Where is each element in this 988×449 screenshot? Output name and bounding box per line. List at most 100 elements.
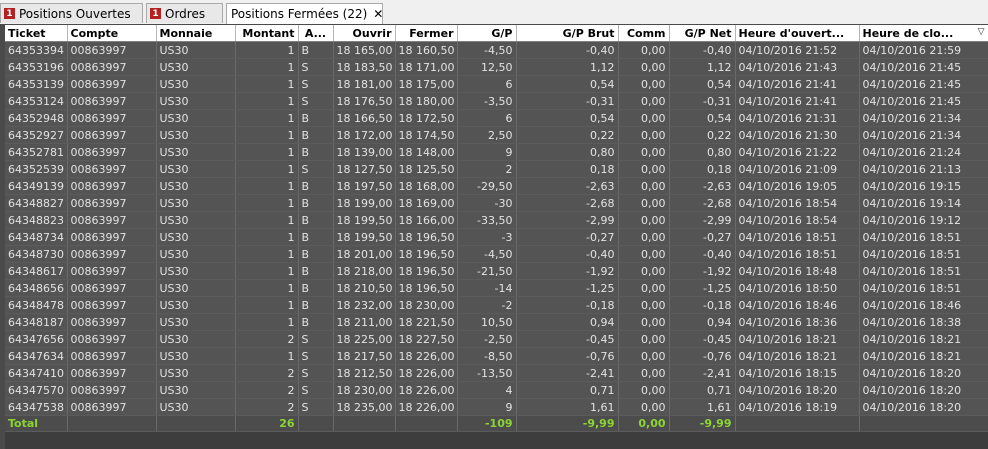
table-row[interactable]: 64352539 00863997 US30 1 S 18 127,50 18 125,50… — [5, 160, 988, 178]
tab-positions-fermees[interactable]: Positions Fermées (22) ✕ — [226, 3, 383, 24]
cell-gp-net: 1,61 — [669, 398, 736, 416]
cell-gp: -4,50 — [457, 245, 517, 263]
column-header-action[interactable]: A... — [298, 25, 334, 42]
table-row[interactable]: 64353139 00863997 US30 1 S 18 181,00 18 175,00… — [5, 75, 988, 93]
cell-ouvrir: 18 217,50 — [333, 347, 396, 365]
table-row[interactable]: 64352927 00863997 US30 1 B 18 172,00 18 174,50… — [5, 126, 988, 144]
cell-fermer: 18 226,00 — [395, 347, 458, 365]
cell-montant: 2 — [235, 364, 299, 382]
column-header-compte[interactable]: Compte — [67, 25, 157, 42]
cell-action: B — [298, 211, 334, 229]
table-row[interactable]: 64347538 00863997 US30 2 S 18 235,00 18 226,00… — [5, 398, 988, 416]
cell-compte: 00863997 — [67, 228, 157, 246]
cell-gp-net: 0,54 — [669, 75, 736, 93]
column-header-monnaie[interactable]: Monnaie — [156, 25, 236, 42]
cell-monnaie: US30 — [156, 228, 236, 246]
table-row[interactable]: 64348656 00863997 US30 1 B 18 210,50 18 196,50… — [5, 279, 988, 297]
column-header-comm[interactable]: Comm — [618, 25, 670, 42]
cell-gp: 12,50 — [457, 58, 517, 76]
table-row[interactable]: 64349139 00863997 US30 1 B 18 197,50 18 168,00… — [5, 177, 988, 195]
cell-comm: 0,00 — [618, 330, 670, 348]
cell-montant: 1 — [235, 92, 299, 110]
cell-action: S — [298, 160, 334, 178]
table-row[interactable]: 64347410 00863997 US30 2 S 18 212,50 18 226,00… — [5, 364, 988, 382]
cell-ouvrir: 18 139,00 — [333, 143, 396, 161]
sort-descending-icon[interactable]: ▽ — [978, 27, 985, 37]
table-row[interactable]: 64347634 00863997 US30 1 S 18 217,50 18 226,00… — [5, 347, 988, 365]
column-header-ticket[interactable]: Ticket — [5, 25, 68, 42]
cell-gp: -21,50 — [457, 262, 517, 280]
tab-bar: 1 Positions Ouvertes 1 Ordres Positions … — [0, 0, 988, 24]
cell-action: S — [298, 330, 334, 348]
cell-gp: 4 — [457, 381, 517, 399]
cell-heure-cloture: 04/10/2016 19:14 — [859, 194, 988, 212]
table-row[interactable]: 64348730 00863997 US30 1 B 18 201,00 18 196,50… — [5, 245, 988, 263]
cell-gp-net: -0,31 — [669, 92, 736, 110]
cell-ouvrir: 18 199,50 — [333, 228, 396, 246]
cell-gp-net: -2,68 — [669, 194, 736, 212]
table-row[interactable]: 64348734 00863997 US30 1 B 18 199,50 18 196,50… — [5, 228, 988, 246]
cell-montant: 1 — [235, 296, 299, 314]
close-icon[interactable]: ✕ — [373, 7, 383, 21]
column-header-gp-brut[interactable]: G/P Brut — [516, 25, 619, 42]
cell-action: S — [298, 58, 334, 76]
cell-gp: 10,50 — [457, 313, 517, 331]
cell-gp: 6 — [457, 109, 517, 127]
cell-montant: 1 — [235, 58, 299, 76]
cell-gp-brut: 0,22 — [516, 126, 619, 144]
cell-gp: -8,50 — [457, 347, 517, 365]
table-row[interactable]: 64347570 00863997 US30 2 S 18 230,00 18 226,00… — [5, 381, 988, 399]
table-row[interactable]: 64348617 00863997 US30 1 B 18 218,00 18 196,50… — [5, 262, 988, 280]
table-row[interactable]: 64352948 00863997 US30 1 B 18 166,50 18 172,50… — [5, 109, 988, 127]
table-row[interactable]: 64353196 00863997 US30 1 S 18 183,50 18 171,00… — [5, 58, 988, 76]
cell-action: S — [298, 92, 334, 110]
cell-ouvrir: 18 230,00 — [333, 381, 396, 399]
column-header-montant[interactable]: Montant — [235, 25, 299, 42]
cell-fermer: 18 196,50 — [395, 228, 458, 246]
table-row[interactable]: 64352781 00863997 US30 1 B 18 139,00 18 148,00… — [5, 143, 988, 161]
cell-gp: 9 — [457, 398, 517, 416]
table-row[interactable]: 64347656 00863997 US30 2 S 18 225,00 18 227,50… — [5, 330, 988, 348]
cell-heure-ouverture: 04/10/2016 18:54 — [735, 211, 860, 229]
cell-compte: 00863997 — [67, 160, 157, 178]
cell-monnaie: US30 — [156, 92, 236, 110]
cell-heure-ouverture: 04/10/2016 21:09 — [735, 160, 860, 178]
cell-ticket: 64347634 — [5, 347, 68, 365]
column-header-heure-ouverture[interactable]: Heure d'ouvert... — [735, 25, 860, 42]
table-row[interactable]: 64348827 00863997 US30 1 B 18 199,00 18 169,00… — [5, 194, 988, 212]
cell-montant: 2 — [235, 381, 299, 399]
column-header-gp[interactable]: G/P — [457, 25, 517, 42]
cell-comm: 0,00 — [618, 58, 670, 76]
cell-fermer: 18 175,00 — [395, 75, 458, 93]
cell-heure-ouverture: 04/10/2016 21:43 — [735, 58, 860, 76]
tab-ordres[interactable]: 1 Ordres — [146, 3, 223, 23]
cell-gp-net: -0,27 — [669, 228, 736, 246]
cell-montant: 2 — [235, 398, 299, 416]
cell-fermer: 18 221,50 — [395, 313, 458, 331]
cell-gp-brut: -2,63 — [516, 177, 619, 195]
column-header-fermer[interactable]: Fermer — [395, 25, 458, 42]
cell-action: S — [298, 398, 334, 416]
cell-heure-cloture: 04/10/2016 21:34 — [859, 126, 988, 144]
table-row[interactable]: 64348478 00863997 US30 1 B 18 232,00 18 230,00… — [5, 296, 988, 314]
table-row[interactable]: 64348823 00863997 US30 1 B 18 199,50 18 166,00… — [5, 211, 988, 229]
cell-comm: 0,00 — [618, 143, 670, 161]
cell-gp-net: -0,18 — [669, 296, 736, 314]
total-cell-gp: -109 — [457, 415, 517, 432]
cell-monnaie: US30 — [156, 245, 236, 263]
cell-gp: 6 — [457, 75, 517, 93]
table-row[interactable]: 64353394 00863997 US30 1 B 18 165,00 18 160,50… — [5, 41, 988, 59]
cell-action: S — [298, 347, 334, 365]
total-cell-ticket: Total — [5, 415, 68, 432]
column-header-gp-net[interactable]: G/P Net — [669, 25, 736, 42]
column-header-heure-cloture[interactable]: Heure de clo... ▽ — [859, 25, 988, 42]
table-row[interactable]: 64348187 00863997 US30 1 B 18 211,00 18 221,50… — [5, 313, 988, 331]
cell-heure-cloture: 04/10/2016 18:20 — [859, 364, 988, 382]
cell-heure-cloture: 04/10/2016 18:51 — [859, 245, 988, 263]
cell-monnaie: US30 — [156, 75, 236, 93]
table-row[interactable]: 64353124 00863997 US30 1 S 18 176,50 18 180,00… — [5, 92, 988, 110]
cell-heure-ouverture: 04/10/2016 18:51 — [735, 245, 860, 263]
cell-heure-cloture: 04/10/2016 18:20 — [859, 398, 988, 416]
column-header-ouvrir[interactable]: Ouvrir — [333, 25, 396, 42]
tab-positions-ouvertes[interactable]: 1 Positions Ouvertes — [0, 3, 143, 23]
